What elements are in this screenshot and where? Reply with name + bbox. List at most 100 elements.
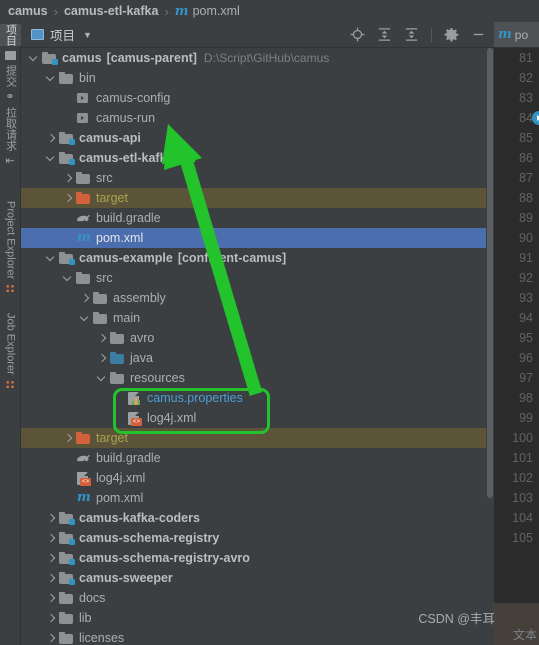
tree-row[interactable]: avro: [21, 328, 486, 348]
properties-file-icon: [127, 391, 142, 405]
folder-icon[interactable]: [4, 51, 16, 60]
tree-row[interactable]: <> log4j.xml: [21, 468, 486, 488]
tree-row[interactable]: docs: [21, 588, 486, 608]
editor-tab-pom-xml[interactable]: m po: [494, 22, 539, 48]
xml-file-icon: <>: [127, 411, 142, 426]
tree-row[interactable]: resources: [21, 368, 486, 388]
chevron-down-icon[interactable]: [47, 74, 56, 83]
chevron-right-icon[interactable]: [47, 634, 56, 643]
line-number: 96: [519, 351, 533, 365]
chevron-right-icon[interactable]: [64, 174, 73, 183]
chevron-right-icon[interactable]: [47, 134, 56, 143]
tree-row[interactable]: licenses: [21, 628, 486, 645]
breadcrumb-item-0[interactable]: camus: [8, 4, 48, 18]
tree-row-label: camus-etl-kafka: [79, 151, 174, 165]
minimize-icon[interactable]: [471, 27, 486, 42]
sidebar-item-commit-label: 提交: [4, 65, 17, 87]
sidebar-item-pull-request[interactable]: 拉取请求: [0, 107, 21, 151]
expand-all-icon[interactable]: [377, 27, 392, 42]
tree-row-label: pom.xml: [96, 491, 144, 505]
module-folder-icon: [59, 571, 75, 585]
editor-tab-label: po: [514, 27, 529, 42]
tree-row[interactable]: <> log4j.xml: [21, 408, 486, 428]
chevron-down-icon[interactable]: ▼: [83, 30, 92, 40]
tree-row[interactable]: camus [camus-parent] D:\Script\GitHub\camu…: [21, 48, 486, 68]
tree-row-label: java: [130, 351, 153, 365]
tree-row[interactable]: camus-etl-kafka: [21, 148, 486, 168]
maven-file-icon: m: [77, 490, 91, 505]
chevron-right-icon[interactable]: [98, 334, 107, 343]
chevron-down-icon[interactable]: [47, 254, 56, 263]
breadcrumb-item-1[interactable]: camus-etl-kafka: [64, 4, 159, 18]
tree-row-label: main: [113, 311, 141, 325]
tree-row[interactable]: src: [21, 168, 486, 188]
chevron-right-icon[interactable]: [64, 194, 73, 203]
tree-row[interactable]: main: [21, 308, 486, 328]
tree-row[interactable]: src: [21, 268, 486, 288]
panel-toolbar: [350, 27, 494, 42]
tree-row-label: assembly: [113, 291, 166, 305]
chevron-right-icon[interactable]: [47, 594, 56, 603]
chevron-down-icon[interactable]: [30, 54, 39, 63]
line-number: 89: [519, 211, 533, 225]
tree-row[interactable]: camus-kafka-coders: [21, 508, 486, 528]
chevron-down-icon[interactable]: [98, 374, 107, 383]
chevron-right-icon[interactable]: [98, 354, 107, 363]
chevron-right-icon[interactable]: [64, 434, 73, 443]
tree-row[interactable]: java: [21, 348, 486, 368]
gear-icon[interactable]: [444, 27, 459, 42]
locate-icon[interactable]: [350, 27, 365, 42]
tree-row[interactable]: camus-api: [21, 128, 486, 148]
tree-row[interactable]: target: [21, 428, 486, 448]
module-folder-icon: [59, 531, 75, 545]
tree-row[interactable]: camus-example [confluent-camus]: [21, 248, 486, 268]
tree-row[interactable]: m pom.xml: [21, 228, 486, 248]
line-number: 102: [512, 471, 533, 485]
chevron-right-icon[interactable]: [47, 574, 56, 583]
tree-row-label: camus-api: [79, 131, 141, 145]
breadcrumb-file[interactable]: pom.xml: [193, 4, 240, 18]
run-marker-icon[interactable]: [532, 111, 539, 125]
tree-row[interactable]: camus-schema-registry: [21, 528, 486, 548]
xml-file-icon: <>: [76, 471, 91, 486]
tree-row[interactable]: camus.properties: [21, 388, 486, 408]
tree-scrollbar-thumb[interactable]: [487, 48, 493, 498]
sidebar-item-job-explorer[interactable]: Job Explorer: [0, 313, 21, 375]
sidebar-item-project-explorer-label: Project Explorer: [4, 201, 17, 280]
chevron-right-icon[interactable]: [47, 554, 56, 563]
line-number: 84: [494, 108, 539, 128]
line-number: 88: [519, 191, 533, 205]
tree-row-path: D:\Script\GitHub\camus: [203, 51, 330, 65]
chevron-right-icon[interactable]: [47, 534, 56, 543]
tree-row[interactable]: camus-sweeper: [21, 568, 486, 588]
sidebar-item-project[interactable]: 项目: [0, 24, 21, 46]
tree-scrollbar[interactable]: [486, 48, 494, 645]
chevron-right-icon[interactable]: [47, 614, 56, 623]
chevron-down-icon[interactable]: [64, 274, 73, 283]
chevron-down-icon[interactable]: [81, 314, 90, 323]
tree-row[interactable]: build.gradle: [21, 448, 486, 468]
sidebar-item-project-explorer[interactable]: Project Explorer: [0, 201, 21, 279]
collapse-all-icon[interactable]: [404, 27, 419, 42]
tree-row[interactable]: lib: [21, 608, 486, 628]
tree-row-label: resources: [130, 371, 185, 385]
tree-row[interactable]: m pom.xml: [21, 488, 486, 508]
breadcrumb: camus › camus-etl-kafka › m pom.xml: [0, 0, 539, 22]
sidebar-item-commit[interactable]: 提交: [0, 65, 21, 87]
line-number: 100: [512, 431, 533, 445]
project-tree[interactable]: camus [camus-parent] D:\Script\GitHub\camu…: [21, 48, 486, 645]
tree-row[interactable]: build.gradle: [21, 208, 486, 228]
tree-row[interactable]: bin: [21, 68, 486, 88]
chevron-right-icon[interactable]: [47, 514, 56, 523]
tree-row[interactable]: camus-config: [21, 88, 486, 108]
folder-icon: [59, 591, 74, 605]
folder-icon: [59, 611, 74, 625]
editor-gutter: 81 82 83 84 85 86 87 88 89 90 91 92 93 94 95 96 97 98 99 10…: [494, 48, 539, 645]
tree-row[interactable]: camus-schema-registry-avro: [21, 548, 486, 568]
tree-row[interactable]: camus-run: [21, 108, 486, 128]
tree-row[interactable]: assembly: [21, 288, 486, 308]
tree-row[interactable]: target: [21, 188, 486, 208]
chevron-right-icon[interactable]: [81, 294, 90, 303]
chevron-down-icon[interactable]: [47, 154, 56, 163]
